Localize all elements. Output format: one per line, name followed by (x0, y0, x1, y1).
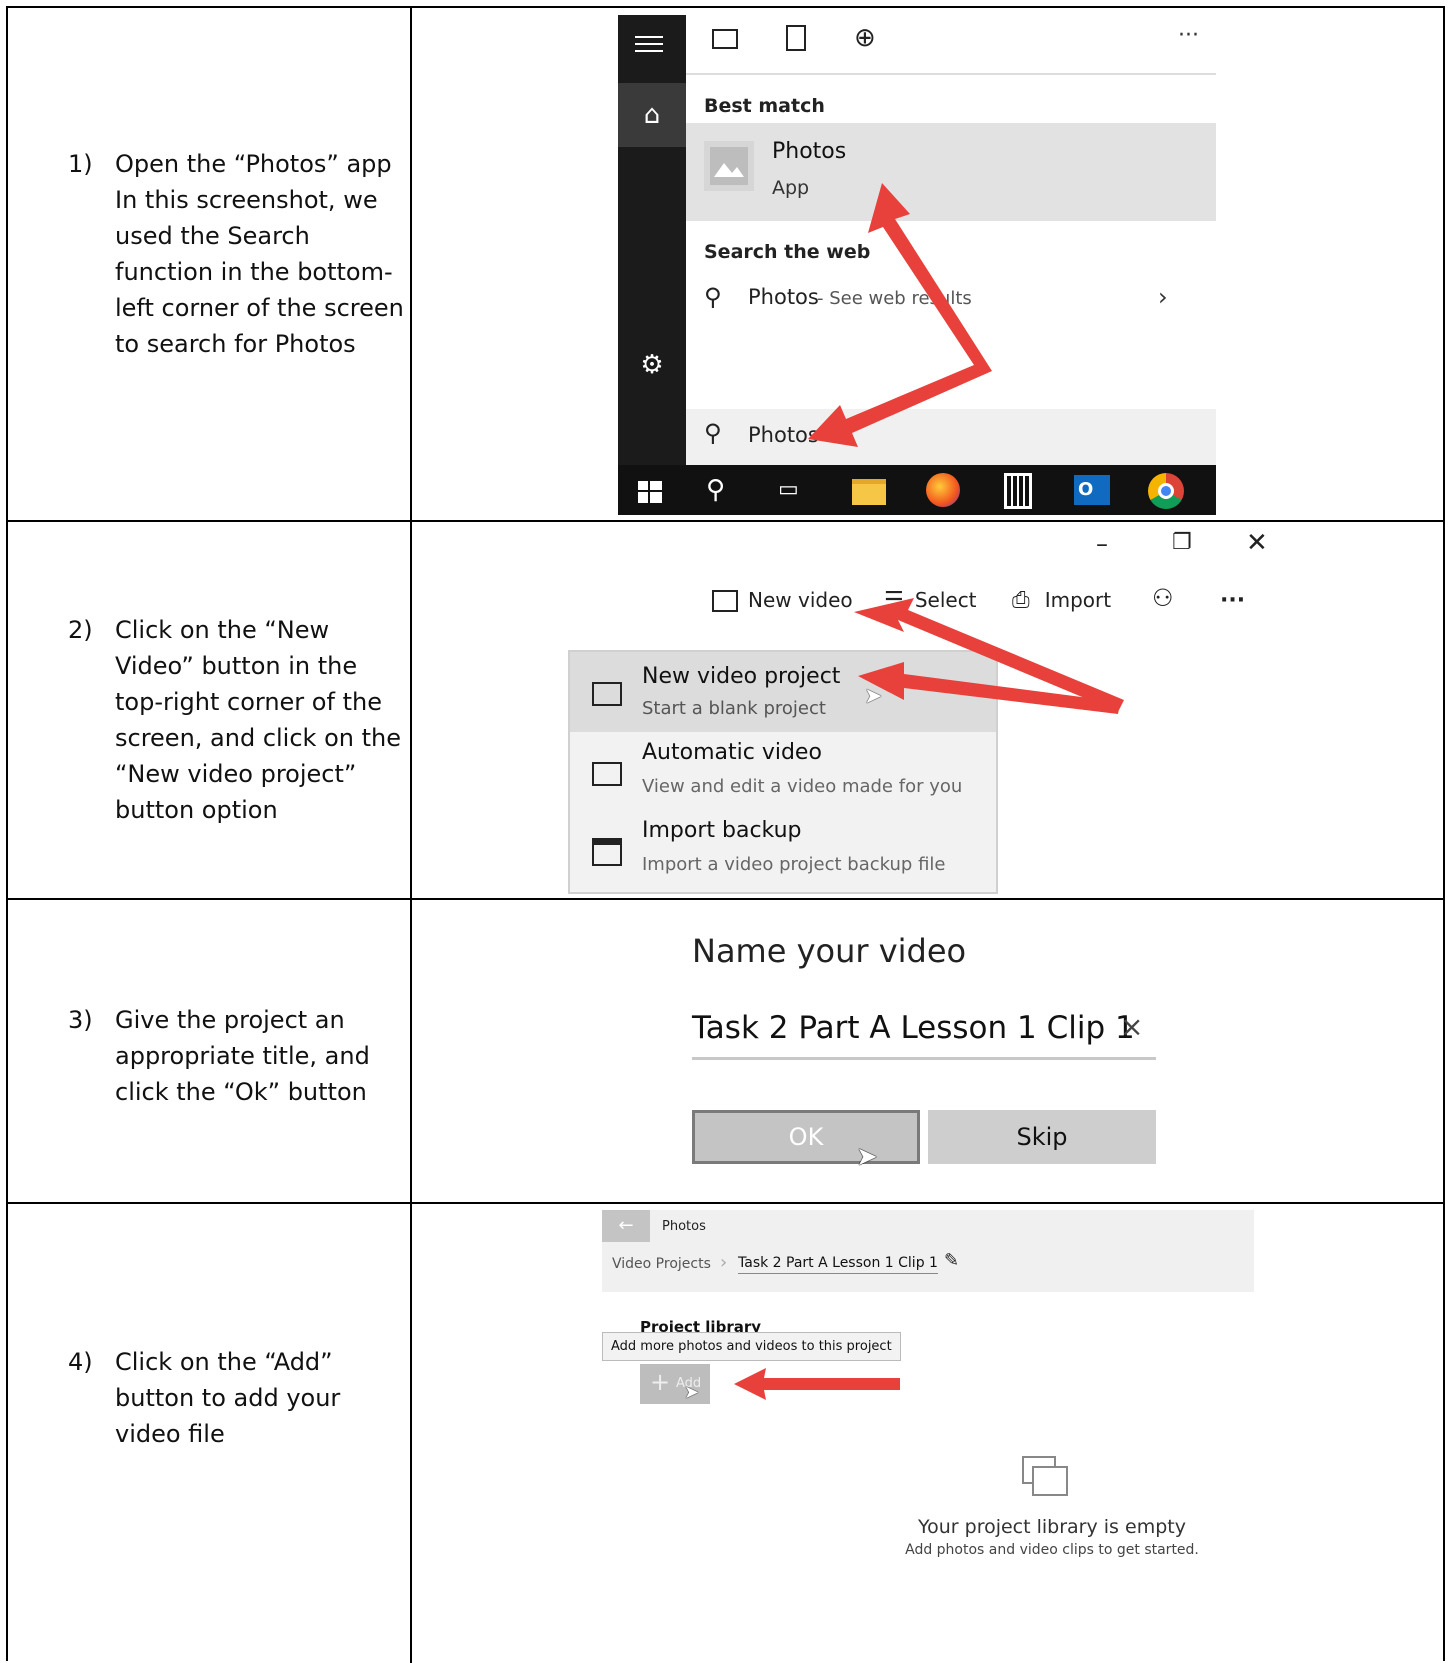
news-icon[interactable] (712, 29, 738, 49)
best-match-label: Best match (704, 95, 825, 117)
step-number: 4) (68, 1348, 93, 1376)
dialog-title: Name your video (692, 932, 967, 970)
web-result[interactable]: ⚲ Photos - See web results › (704, 283, 1184, 323)
start-search-screenshot: ⌂ ⚙ ⊕ ··· Best match Photos App Search t… (618, 15, 1234, 515)
auto-video-icon (592, 762, 622, 786)
breadcrumb-current: Task 2 Part A Lesson 1 Clip 1 (738, 1255, 938, 1274)
step-text: Click on the “New Video” button in the t… (115, 616, 401, 824)
windows-start-icon[interactable] (638, 481, 662, 503)
search-icon: ⚲ (704, 419, 722, 447)
search-icon: ⚲ (704, 283, 722, 311)
back-button[interactable]: ← (602, 1210, 650, 1242)
best-match-result[interactable]: Photos App (686, 123, 1216, 221)
empty-title: Your project library is empty (918, 1516, 1186, 1538)
step-row-1: 1) Open the “Photos” app In this screens… (8, 8, 1443, 522)
minimize-icon[interactable]: – (1096, 530, 1108, 558)
empty-subtitle: Add photos and video clips to get starte… (905, 1542, 1199, 1558)
ok-button[interactable]: OK (692, 1110, 920, 1164)
empty-library-icon (1022, 1456, 1068, 1496)
select-button[interactable]: ☰ Select (884, 588, 977, 613)
more-icon[interactable]: ··· (1178, 23, 1199, 48)
photos-new-video-screenshot: – ❐ ✕ New video ☰ Select ⎙ Import ⚇ ··· … (558, 528, 1298, 894)
close-icon[interactable]: ✕ (1246, 528, 1268, 558)
cursor-icon: ➤ (684, 1382, 700, 1403)
video-name-input[interactable]: Task 2 Part A Lesson 1 Clip 1 × (692, 1010, 1156, 1060)
menu-item-import-backup[interactable]: Import backup Import a video project bac… (570, 810, 996, 890)
more-icon[interactable]: ··· (1220, 588, 1245, 613)
app-type: App (772, 177, 810, 199)
import-button[interactable]: ⎙ Import (1012, 588, 1111, 613)
add-tooltip: Add more photos and videos to this proje… (602, 1332, 901, 1361)
step-number: 1) (68, 150, 93, 178)
document-icon[interactable] (786, 25, 806, 51)
home-icon[interactable]: ⌂ (618, 83, 686, 147)
new-video-button[interactable]: New video (706, 580, 856, 628)
settings-icon[interactable]: ⚙ (618, 345, 686, 385)
file-explorer-icon[interactable] (852, 479, 886, 505)
app-title: Photos (662, 1219, 706, 1234)
step-text: Open the “Photos” app In this screenshot… (115, 150, 404, 358)
web-suffix: - See web results (817, 288, 972, 309)
photos-app-icon (704, 141, 754, 191)
calculator-icon[interactable] (1004, 473, 1032, 509)
menu-item-automatic-video[interactable]: Automatic video View and edit a video ma… (570, 732, 996, 810)
breadcrumb-root[interactable]: Video Projects (612, 1256, 711, 1272)
search-icon[interactable]: ⚲ (706, 475, 725, 505)
person-add-icon[interactable]: ⚇ (1152, 584, 1174, 612)
taskbar: ⚲ ▭ O (618, 465, 1216, 515)
step-number: 2) (68, 616, 93, 644)
clear-icon[interactable]: × (1120, 1010, 1143, 1043)
select-icon: ☰ (884, 588, 904, 613)
menu-item-new-video-project[interactable]: New video project Start a blank project (570, 652, 996, 732)
video-icon (712, 590, 738, 612)
step-number: 3) (68, 1006, 93, 1034)
plus-icon: + (650, 1368, 671, 1396)
outlook-icon[interactable]: O (1074, 475, 1110, 505)
project-library-screenshot: ← Photos Video Projects › Task 2 Part A … (602, 1210, 1254, 1660)
task-view-icon[interactable]: ▭ (778, 477, 799, 502)
archive-icon (592, 838, 622, 866)
hamburger-icon[interactable] (635, 33, 663, 55)
search-web-label: Search the web (704, 241, 871, 263)
cursor-icon: ➤ (864, 684, 883, 709)
web-query: Photos (748, 285, 819, 309)
import-icon: ⎙ (1012, 588, 1030, 613)
video-project-icon (592, 682, 622, 706)
step-row-4: 4) Click on the “Add” button to add your… (8, 1204, 1443, 1663)
firefox-icon[interactable] (926, 473, 960, 507)
chrome-icon[interactable] (1148, 473, 1184, 509)
video-name-value: Task 2 Part A Lesson 1 Clip 1 (692, 1010, 1135, 1046)
cursor-icon: ➤ (856, 1142, 878, 1172)
edit-icon[interactable]: ✎ (944, 1250, 959, 1271)
step-row-3: 3) Give the project an appropriate title… (8, 900, 1443, 1204)
name-video-dialog-screenshot: Name your video Task 2 Part A Lesson 1 C… (668, 920, 1188, 1200)
chevron-right-icon: › (1158, 283, 1168, 311)
step-row-2: 2) Click on the “New Video” button in th… (8, 522, 1443, 900)
new-video-menu: New video project Start a blank project … (568, 650, 998, 894)
search-box[interactable]: ⚲ Photos (686, 409, 1216, 465)
instruction-table: 1) Open the “Photos” app In this screens… (6, 6, 1445, 1663)
globe-icon[interactable]: ⊕ (854, 23, 876, 53)
step-text: Give the project an appropriate title, a… (115, 1006, 370, 1106)
skip-button[interactable]: Skip (928, 1110, 1156, 1164)
chevron-right-icon: › (720, 1252, 728, 1273)
app-name: Photos (772, 139, 847, 164)
add-button[interactable]: + Add (640, 1364, 710, 1404)
step-text: Click on the “Add” button to add your vi… (115, 1348, 341, 1448)
restore-icon[interactable]: ❐ (1172, 530, 1192, 555)
search-query: Photos (748, 423, 819, 447)
